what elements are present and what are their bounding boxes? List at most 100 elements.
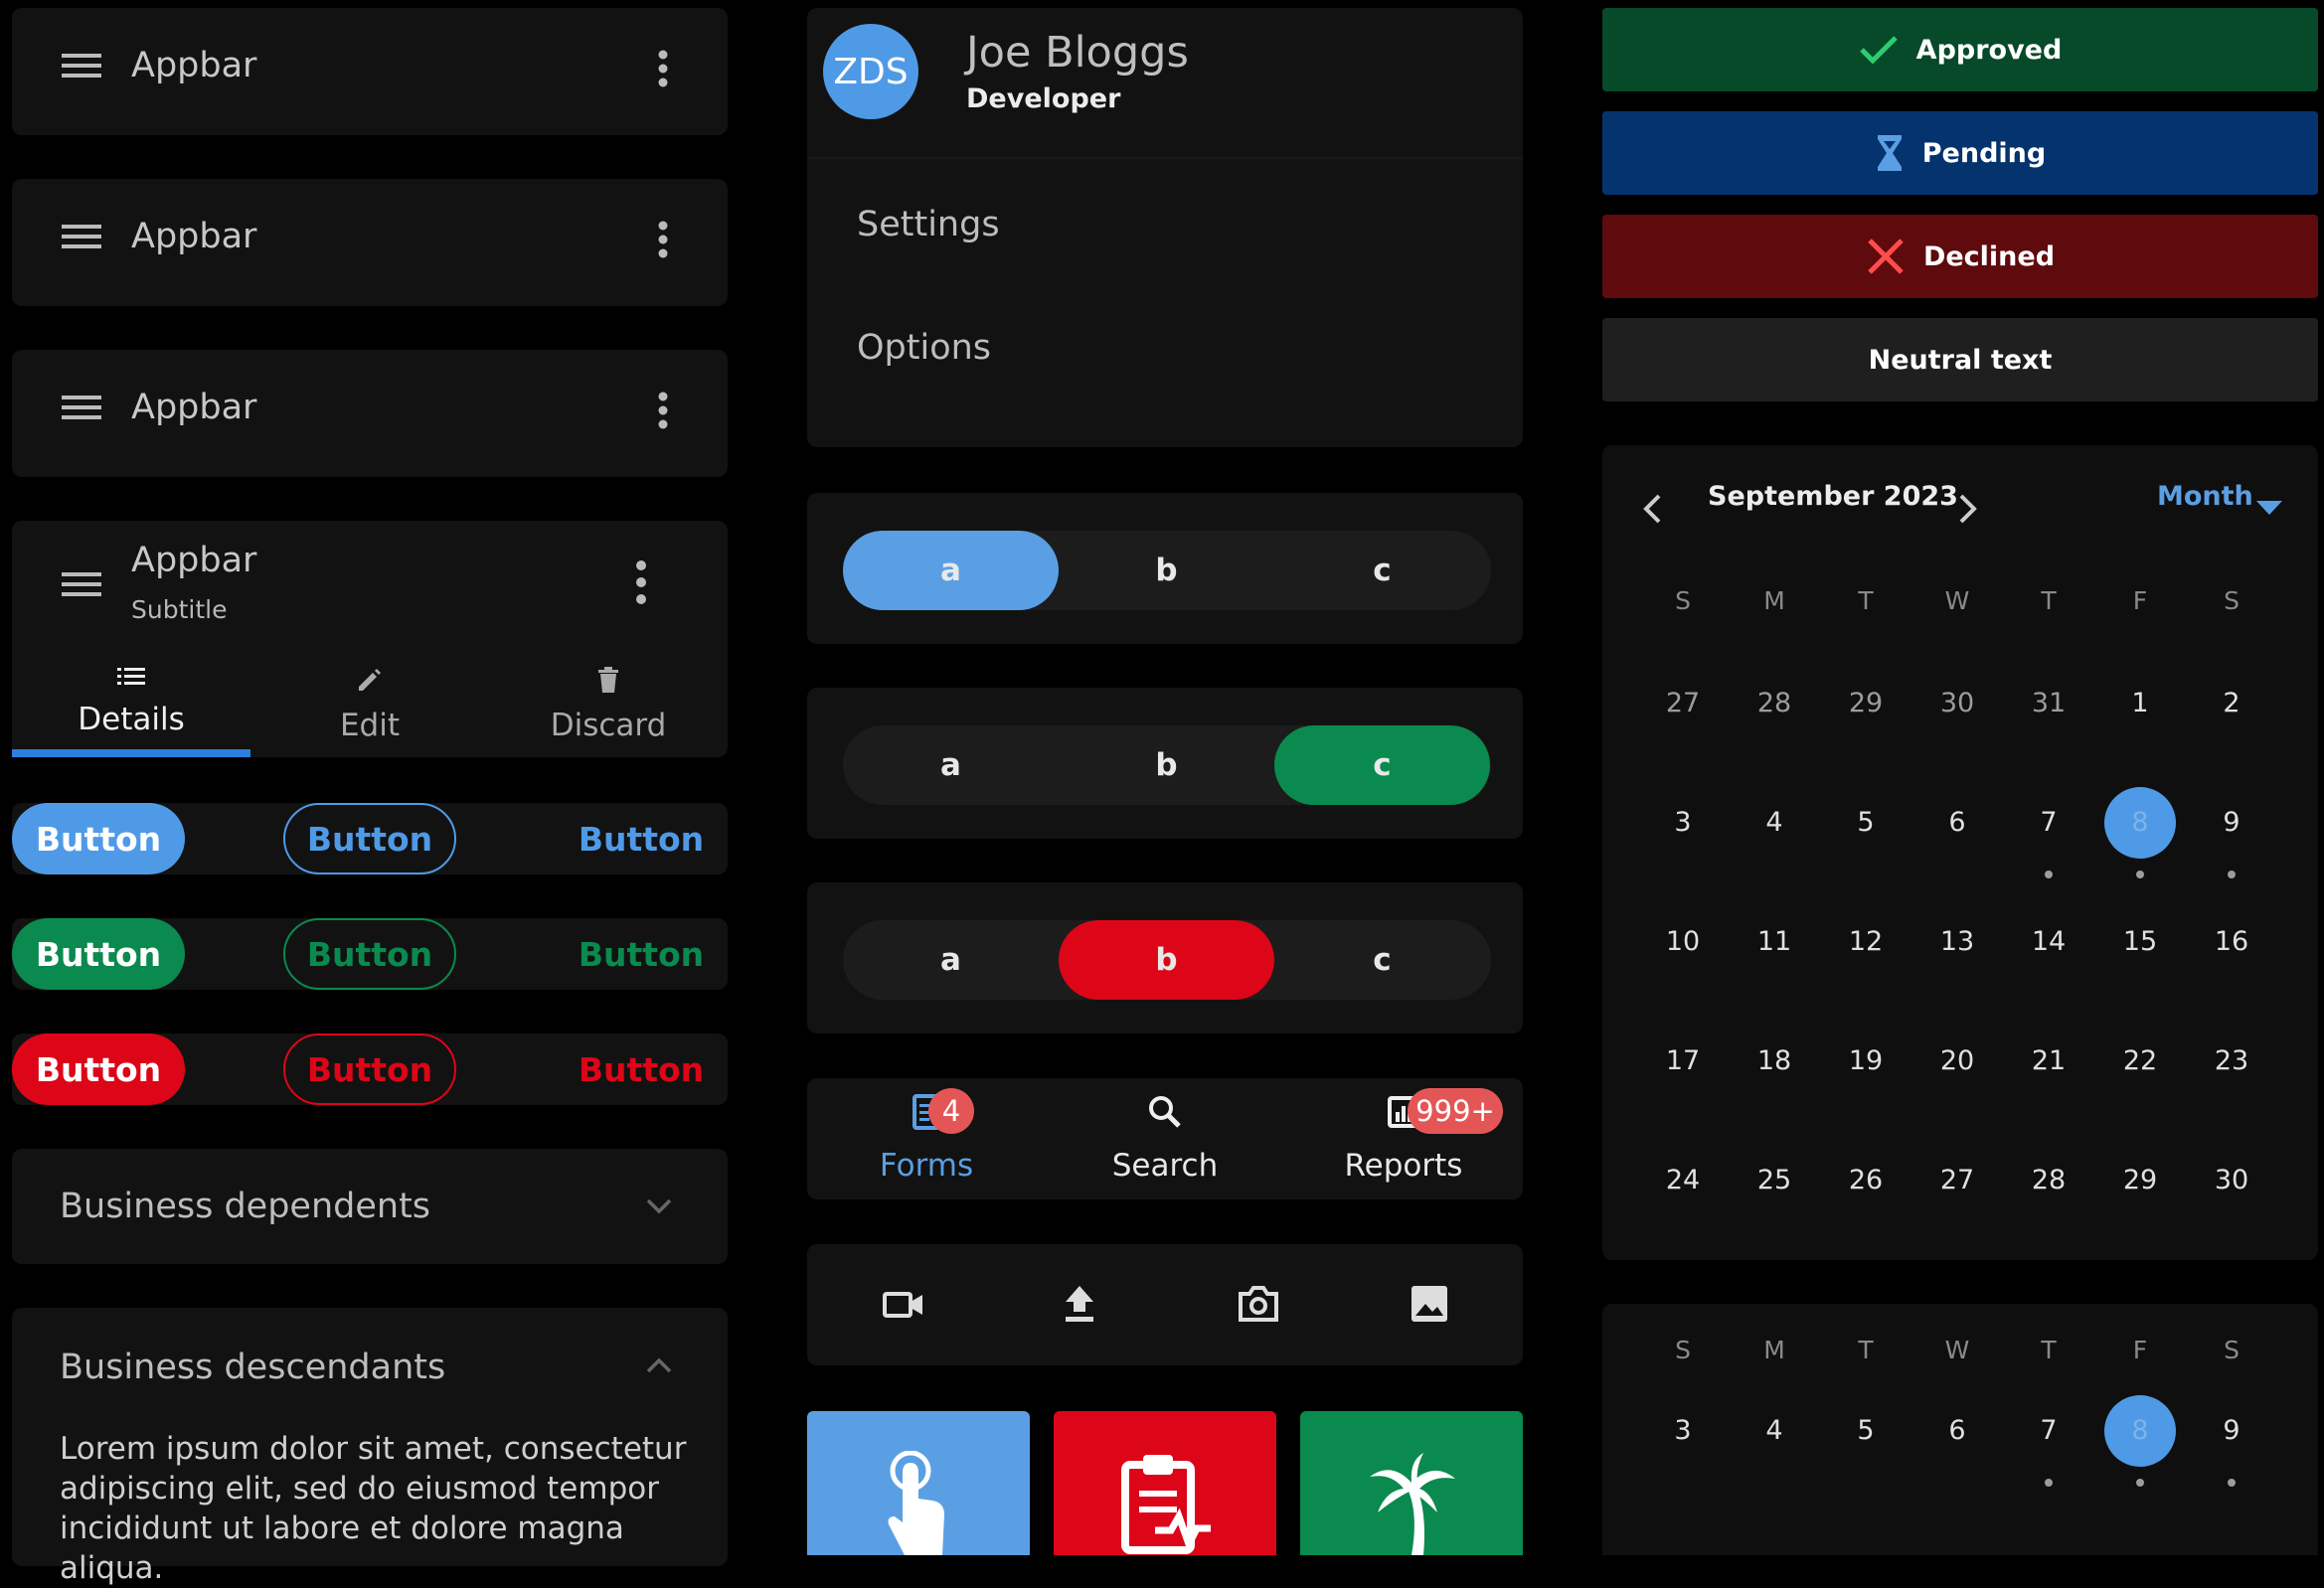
calendar-day[interactable]: 7 <box>2013 787 2084 859</box>
calendar-day[interactable]: 9 <box>2196 787 2267 859</box>
avatar: ZDS <box>823 24 918 119</box>
text-button[interactable]: Button <box>555 1033 728 1105</box>
more-vert-icon[interactable] <box>658 392 668 429</box>
segmented-control-1: a b c <box>807 493 1523 644</box>
calendar-day[interactable]: 13 <box>1921 906 1993 978</box>
outlined-button[interactable]: Button <box>283 1033 456 1105</box>
upload-icon[interactable] <box>1062 1284 1097 1324</box>
chevron-left-icon[interactable] <box>1642 493 1662 525</box>
tab-details[interactable]: Details <box>12 658 250 753</box>
segment-a[interactable]: a <box>843 531 1059 610</box>
calendar-day[interactable]: 6 <box>1921 787 1993 859</box>
menu-icon[interactable] <box>62 223 101 250</box>
outlined-button[interactable]: Button <box>283 803 456 874</box>
calendar-day[interactable]: 30 <box>2196 1145 2267 1216</box>
calendar-day[interactable]: 24 <box>1647 1145 1719 1216</box>
segment-c[interactable]: c <box>1274 531 1490 610</box>
segment-c[interactable]: c <box>1274 725 1490 805</box>
calendar-day[interactable]: 27 <box>1647 668 1719 739</box>
outlined-button[interactable]: Button <box>283 918 456 990</box>
calendar-day[interactable]: 16 <box>2196 906 2267 978</box>
tab-edit[interactable]: Edit <box>250 658 489 753</box>
calendar-day[interactable]: 29 <box>1830 668 1902 739</box>
calendar-day[interactable]: 12 <box>1830 906 1902 978</box>
image-icon[interactable] <box>1410 1284 1449 1324</box>
calendar-day[interactable]: 29 <box>2104 1145 2176 1216</box>
calendar-day[interactable]: 3 <box>1647 787 1719 859</box>
caret-down-icon[interactable] <box>2256 501 2282 515</box>
calendar-day[interactable]: 21 <box>2013 1026 2084 1097</box>
calendar-day[interactable]: 4 <box>1739 1395 1810 1467</box>
camera-icon[interactable] <box>1237 1284 1280 1324</box>
calendar-day[interactable]: 27 <box>1921 1145 1993 1216</box>
calendar-day[interactable]: 9 <box>2196 1395 2267 1467</box>
chevron-right-icon[interactable] <box>1958 493 1978 525</box>
calendar-view-select[interactable]: Month <box>2157 481 2253 512</box>
touch-icon <box>888 1451 944 1555</box>
calendar-day[interactable]: 14 <box>2013 906 2084 978</box>
more-vert-icon[interactable] <box>658 50 668 87</box>
calendar-day[interactable]: 10 <box>1647 906 1719 978</box>
calendar-day[interactable]: 4 <box>1739 787 1810 859</box>
segment-a[interactable]: a <box>843 725 1059 805</box>
segment-c[interactable]: c <box>1274 920 1490 1000</box>
menu-icon[interactable] <box>62 570 101 598</box>
segment-b[interactable]: b <box>1059 920 1274 1000</box>
calendar-day[interactable]: 19 <box>1830 1026 1902 1097</box>
calendar-day[interactable]: 15 <box>2104 906 2176 978</box>
expansion-panel-collapsed[interactable]: Business dependents <box>12 1149 728 1264</box>
tile-touch[interactable] <box>807 1411 1030 1555</box>
calendar-day[interactable]: 20 <box>1921 1026 1993 1097</box>
calendar-day[interactable]: 22 <box>2104 1026 2176 1097</box>
calendar-day[interactable]: 2 <box>2196 668 2267 739</box>
tile-holiday[interactable] <box>1300 1411 1523 1555</box>
calendar-day[interactable]: 3 <box>1647 1395 1719 1467</box>
nav-item-reports[interactable]: 999+ Reports <box>1284 1078 1523 1199</box>
menu-item-settings[interactable]: Settings <box>857 205 1000 244</box>
calendar-day[interactable]: 18 <box>1739 1026 1810 1097</box>
calendar-day[interactable]: 23 <box>2196 1026 2267 1097</box>
notification-badge: 999+ <box>1408 1088 1503 1134</box>
text-button[interactable]: Button <box>555 803 728 874</box>
more-vert-icon[interactable] <box>658 221 668 258</box>
calendar-day[interactable]: 26 <box>1830 1145 1902 1216</box>
video-icon[interactable] <box>883 1284 924 1324</box>
menu-icon[interactable] <box>62 52 101 79</box>
calendar-day[interactable]: 30 <box>1921 668 1993 739</box>
tile-clipboard[interactable] <box>1054 1411 1276 1555</box>
calendar-day[interactable]: 8 <box>2104 1395 2176 1467</box>
segment-b[interactable]: b <box>1059 725 1274 805</box>
nav-item-search[interactable]: Search <box>1046 1078 1284 1199</box>
calendar-month: September 2023 Month S M T W T F S 27 28 29 30 31 1 2… <box>1602 445 2318 1260</box>
menu-item-options[interactable]: Options <box>857 328 991 368</box>
text-button[interactable]: Button <box>555 918 728 990</box>
appbar-2: Appbar <box>12 179 728 306</box>
filled-button[interactable]: Button <box>12 918 185 990</box>
calendar-day[interactable]: 1 <box>2104 668 2176 739</box>
calendar-day[interactable]: 5 <box>1830 1395 1902 1467</box>
palm-tree-icon <box>1370 1453 1455 1555</box>
expansion-title[interactable]: Business descendants <box>60 1348 445 1387</box>
calendar-day[interactable]: 6 <box>1921 1395 1993 1467</box>
calendar-day[interactable]: 8 <box>2104 787 2176 859</box>
calendar-day[interactable]: 17 <box>1647 1026 1719 1097</box>
calendar-day[interactable]: 28 <box>1739 668 1810 739</box>
calendar-day[interactable]: 11 <box>1739 906 1810 978</box>
calendar-day[interactable]: 5 <box>1830 787 1902 859</box>
segment-b[interactable]: b <box>1059 531 1274 610</box>
calendar-day[interactable]: 31 <box>2013 668 2084 739</box>
calendar-day[interactable]: 7 <box>2013 1395 2084 1467</box>
chevron-up-icon[interactable] <box>646 1357 672 1373</box>
calendar-day[interactable]: 28 <box>2013 1145 2084 1216</box>
filled-button[interactable]: Button <box>12 1033 185 1105</box>
more-vert-icon[interactable] <box>636 560 646 604</box>
filled-button[interactable]: Button <box>12 803 185 874</box>
nav-item-forms[interactable]: 4 Forms <box>807 1078 1046 1199</box>
appbar-title: Appbar <box>131 541 257 580</box>
calendar-day[interactable]: 25 <box>1739 1145 1810 1216</box>
list-icon <box>12 666 250 688</box>
tab-discard[interactable]: Discard <box>489 658 728 753</box>
menu-icon[interactable] <box>62 394 101 421</box>
appbar-subtitle: Subtitle <box>131 595 228 624</box>
segment-a[interactable]: a <box>843 920 1059 1000</box>
